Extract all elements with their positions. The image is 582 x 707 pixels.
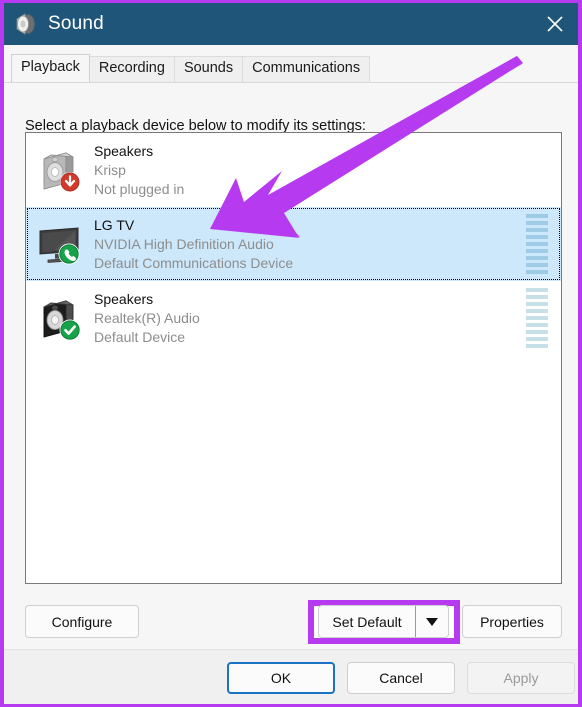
list-item-selected[interactable]: LG TV NVIDIA High Definition Audio Defau…	[26, 207, 561, 281]
device-driver: NVIDIA High Definition Audio	[94, 235, 274, 252]
list-item[interactable]: Speakers Realtek(R) Audio Default Device	[26, 281, 561, 355]
meter-segment	[526, 337, 548, 341]
dialog-body: Playback Recording Sounds Communications…	[4, 45, 578, 649]
device-status: Default Device	[94, 328, 186, 345]
playback-device-list[interactable]: Speakers Krisp Not plugged in LG TV NVID…	[25, 132, 562, 584]
speaker-box-gray-icon	[35, 146, 83, 194]
tab-recording[interactable]: Recording	[88, 56, 175, 82]
volume-meter	[526, 288, 548, 348]
title-bar: Sound	[4, 3, 578, 45]
speaker-icon	[13, 11, 39, 37]
device-name: Speakers	[94, 290, 154, 307]
device-driver: Realtek(R) Audio	[94, 309, 200, 326]
meter-segment	[526, 242, 548, 246]
close-icon[interactable]	[532, 3, 578, 45]
window-title: Sound	[48, 13, 104, 34]
volume-meter	[526, 214, 548, 274]
meter-segment	[526, 228, 548, 232]
dialog-footer: OK Cancel Apply	[4, 649, 578, 704]
device-name: LG TV	[94, 216, 135, 233]
device-name: Speakers	[94, 142, 154, 159]
meter-segment	[526, 288, 548, 292]
meter-segment	[526, 295, 548, 299]
meter-segment	[526, 256, 548, 260]
tab-sounds[interactable]: Sounds	[173, 56, 244, 82]
meter-segment	[526, 270, 548, 274]
caret-glyph	[426, 617, 438, 626]
set-default-button[interactable]: Set Default	[319, 606, 416, 637]
cancel-button[interactable]: Cancel	[347, 662, 455, 694]
device-driver: Krisp	[94, 161, 126, 178]
device-info: Speakers Realtek(R) Audio Default Device	[94, 290, 526, 347]
list-item[interactable]: Speakers Krisp Not plugged in	[26, 133, 561, 207]
meter-segment	[526, 309, 548, 313]
device-status: Not plugged in	[94, 180, 185, 197]
chevron-down-icon[interactable]	[416, 606, 448, 637]
meter-segment	[526, 263, 548, 267]
apply-button: Apply	[467, 662, 575, 694]
meter-segment	[526, 344, 548, 348]
device-info: Speakers Krisp Not plugged in	[94, 142, 526, 199]
tab-playback[interactable]: Playback	[11, 54, 90, 82]
device-status: Default Communications Device	[94, 254, 294, 271]
configure-button[interactable]: Configure	[25, 605, 139, 638]
meter-segment	[526, 249, 548, 253]
meter-segment	[526, 302, 548, 306]
meter-segment	[526, 221, 548, 225]
tv-monitor-icon	[35, 220, 83, 268]
tab-communications[interactable]: Communications	[242, 56, 371, 82]
meter-segment	[526, 323, 548, 327]
meter-segment	[526, 235, 548, 239]
meter-segment	[526, 214, 548, 218]
action-button-row: Configure Set Default Properties	[4, 600, 578, 646]
speaker-box-black-icon	[35, 294, 83, 342]
meter-segment	[526, 330, 548, 334]
ok-button[interactable]: OK	[227, 662, 335, 694]
sound-dialog-window: Sound Playback Recording Sounds Communic…	[0, 0, 582, 707]
meter-segment	[526, 316, 548, 320]
tab-strip: Playback Recording Sounds Communications	[4, 54, 578, 83]
properties-button[interactable]: Properties	[462, 605, 562, 638]
device-info: LG TV NVIDIA High Definition Audio Defau…	[94, 216, 526, 273]
set-default-split-button[interactable]: Set Default	[318, 605, 449, 638]
